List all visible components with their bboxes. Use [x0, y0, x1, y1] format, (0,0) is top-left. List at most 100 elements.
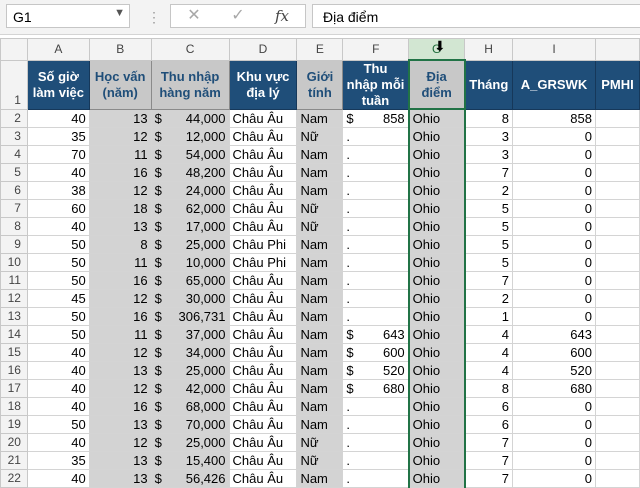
cell-annual-income[interactable]: $25,000 — [150, 235, 230, 254]
cell-month[interactable]: 5 — [464, 217, 514, 236]
cell-annual-income[interactable]: $306,731 — [150, 307, 230, 326]
cell-weekly-income[interactable]: . — [342, 127, 410, 146]
cell-location[interactable]: Ohio — [407, 199, 466, 218]
cell-empty[interactable] — [594, 415, 640, 434]
column-header-i[interactable]: I — [512, 38, 596, 61]
cell-empty[interactable] — [594, 217, 640, 236]
cell-hours[interactable]: 50 — [26, 235, 90, 254]
cell-location[interactable]: Ohio — [407, 433, 466, 452]
cell-region[interactable]: Châu Âu — [228, 451, 298, 470]
cell-hours[interactable]: 60 — [26, 199, 90, 218]
cell-education[interactable]: 12 — [88, 343, 152, 362]
header-cell[interactable]: Số giờ làm việc — [26, 59, 90, 110]
cell-empty[interactable] — [594, 145, 640, 164]
cell-annual-income[interactable]: $37,000 — [150, 325, 230, 344]
row-header[interactable]: 6 — [0, 181, 28, 200]
cell-region[interactable]: Châu Âu — [228, 271, 298, 290]
cell-hours[interactable]: 50 — [26, 253, 90, 272]
name-box[interactable]: G1 ▼ — [6, 4, 130, 28]
column-header-a[interactable]: A — [26, 38, 90, 61]
cell-region[interactable]: Châu Âu — [228, 181, 298, 200]
header-cell[interactable]: Tháng — [464, 59, 514, 110]
cell-a-grswk[interactable]: 0 — [512, 307, 596, 326]
cell-annual-income[interactable]: $10,000 — [150, 253, 230, 272]
cell-education[interactable]: 12 — [88, 127, 152, 146]
cell-gender[interactable]: Nam — [296, 361, 344, 380]
cell-education[interactable]: 16 — [88, 307, 152, 326]
row-header[interactable]: 12 — [0, 289, 28, 308]
cell-hours[interactable]: 40 — [26, 163, 90, 182]
cell-gender[interactable]: Nam — [296, 415, 344, 434]
cell-weekly-income[interactable]: $858 — [342, 108, 410, 128]
cell-location[interactable]: Ohio — [407, 235, 466, 254]
cell-annual-income[interactable]: $24,000 — [150, 181, 230, 200]
row-header[interactable]: 20 — [0, 433, 28, 452]
cell-region[interactable]: Châu Âu — [228, 163, 298, 182]
row-header[interactable]: 17 — [0, 379, 28, 398]
cell-weekly-income[interactable]: $680 — [342, 379, 410, 398]
cell-a-grswk[interactable]: 0 — [512, 145, 596, 164]
header-cell[interactable]: A_GRSWK — [512, 59, 596, 110]
cell-region[interactable]: Châu Âu — [228, 415, 298, 434]
cell-a-grswk[interactable]: 0 — [512, 127, 596, 146]
cell-annual-income[interactable]: $65,000 — [150, 271, 230, 290]
cell-a-grswk[interactable]: 0 — [512, 217, 596, 236]
row-header[interactable]: 10 — [0, 253, 28, 272]
cell-empty[interactable] — [594, 343, 640, 362]
cell-weekly-income[interactable]: . — [342, 253, 410, 272]
cell-empty[interactable] — [594, 253, 640, 272]
cell-gender[interactable]: Nam — [296, 397, 344, 416]
cell-gender[interactable]: Nữ — [296, 433, 344, 452]
cell-education[interactable]: 12 — [88, 433, 152, 452]
cell-gender[interactable]: Nam — [296, 307, 344, 326]
cell-month[interactable]: 7 — [464, 163, 514, 182]
cell-gender[interactable]: Nam — [296, 145, 344, 164]
cell-location[interactable]: Ohio — [407, 289, 466, 308]
cell-annual-income[interactable]: $70,000 — [150, 415, 230, 434]
cell-region[interactable]: Châu Âu — [228, 108, 298, 128]
row-header[interactable]: 8 — [0, 217, 28, 236]
row-header[interactable]: 14 — [0, 325, 28, 344]
cell-a-grswk[interactable]: 0 — [512, 181, 596, 200]
cell-month[interactable]: 2 — [464, 289, 514, 308]
cell-education[interactable]: 11 — [88, 145, 152, 164]
cell-month[interactable]: 1 — [464, 307, 514, 326]
cell-weekly-income[interactable]: $600 — [342, 343, 410, 362]
cell-education[interactable]: 8 — [88, 235, 152, 254]
cell-location[interactable]: Ohio — [407, 127, 466, 146]
row-header[interactable]: 4 — [0, 145, 28, 164]
cell-empty[interactable] — [594, 163, 640, 182]
cell-education[interactable]: 11 — [88, 253, 152, 272]
cell-empty[interactable] — [594, 307, 640, 326]
cell-weekly-income[interactable]: . — [342, 289, 410, 308]
cell-empty[interactable] — [594, 433, 640, 452]
cell-region[interactable]: Châu Phi — [228, 235, 298, 254]
cell-region[interactable]: Châu Âu — [228, 361, 298, 380]
cell-region[interactable]: Châu Âu — [228, 127, 298, 146]
cell-a-grswk[interactable]: 643 — [512, 325, 596, 344]
cell-region[interactable]: Châu Âu — [228, 397, 298, 416]
cell-education[interactable]: 16 — [88, 271, 152, 290]
cell-weekly-income[interactable]: $643 — [342, 325, 410, 344]
cell-weekly-income[interactable]: . — [342, 415, 410, 434]
check-icon[interactable]: ✓ — [223, 5, 253, 27]
header-cell[interactable]: Thu nhập hàng năm — [150, 59, 230, 110]
cell-location[interactable]: Ohio — [407, 415, 466, 434]
row-header[interactable]: 2 — [0, 108, 28, 128]
cell-hours[interactable]: 50 — [26, 307, 90, 326]
cell-location[interactable]: Ohio — [407, 397, 466, 416]
cell-region[interactable]: Châu Âu — [228, 325, 298, 344]
cell-empty[interactable] — [594, 108, 640, 128]
cell-empty[interactable] — [594, 397, 640, 416]
cell-empty[interactable] — [594, 379, 640, 398]
cell-empty[interactable] — [594, 361, 640, 380]
cell-education[interactable]: 11 — [88, 325, 152, 344]
cell-empty[interactable] — [594, 235, 640, 254]
cell-region[interactable]: Châu Phi — [228, 253, 298, 272]
column-header-e[interactable]: E — [296, 38, 344, 61]
cell-month[interactable]: 7 — [464, 271, 514, 290]
cell-annual-income[interactable]: $44,000 — [150, 108, 230, 128]
cell-education[interactable]: 13 — [88, 469, 152, 488]
cell-region[interactable]: Châu Âu — [228, 145, 298, 164]
cell-a-grswk[interactable]: 0 — [512, 397, 596, 416]
